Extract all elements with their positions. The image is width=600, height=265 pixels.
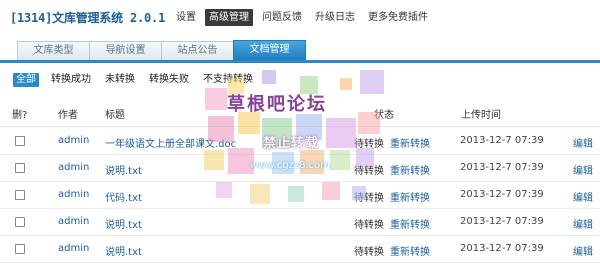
nav-item-feedback[interactable]: 问题反馈 — [262, 9, 302, 26]
edit-link[interactable]: 编辑 — [573, 243, 593, 258]
delete-checkbox[interactable] — [15, 190, 25, 200]
edit-link[interactable]: 编辑 — [573, 216, 593, 231]
delete-checkbox[interactable] — [15, 163, 25, 173]
document-title-link[interactable]: 说明.txt — [105, 216, 142, 231]
status-text: 待转换 — [354, 220, 384, 231]
table-row: admin 说明.txt 待转换 重新转换 2013-12-7 07:39 编辑 — [0, 154, 600, 182]
author-link[interactable]: admin — [58, 189, 89, 200]
upload-time: 2013-12-7 07:39 — [460, 243, 544, 254]
document-title-link[interactable]: 说明.txt — [105, 162, 142, 177]
upload-time: 2013-12-7 07:39 — [460, 216, 544, 227]
author-link[interactable]: admin — [58, 216, 89, 227]
edit-link[interactable]: 编辑 — [573, 189, 593, 204]
filter-failed[interactable]: 转换失败 — [149, 73, 189, 87]
upload-time: 2013-12-7 07:39 — [460, 189, 544, 200]
filter-all[interactable]: 全部 — [13, 73, 39, 87]
filter-converted[interactable]: 转换成功 — [51, 73, 91, 87]
author-link[interactable]: admin — [58, 162, 89, 173]
top-nav: 设置 高级管理 问题反馈 升级日志 更多免费插件 — [176, 9, 441, 26]
reconvert-link[interactable]: 重新转换 — [390, 189, 430, 204]
upload-time: 2013-12-7 07:39 — [460, 162, 544, 173]
reconvert-link[interactable]: 重新转换 — [390, 162, 430, 177]
filter-unconverted[interactable]: 未转换 — [105, 73, 135, 87]
author-link[interactable]: admin — [58, 243, 89, 254]
nav-item-advanced[interactable]: 高级管理 — [205, 9, 253, 26]
col-delete: 删? — [12, 110, 28, 121]
table-row: admin 一年级语文上册全部课文.doc 待转换 重新转换 2013-12-7… — [0, 127, 600, 155]
status-text: 待转换 — [354, 166, 384, 177]
col-status: 状态 — [374, 110, 394, 121]
delete-checkbox[interactable] — [15, 136, 25, 146]
tab-announcements[interactable]: 站点公告 — [161, 41, 234, 60]
reconvert-link[interactable]: 重新转换 — [390, 243, 430, 258]
nav-item-more-plugins[interactable]: 更多免费插件 — [368, 9, 428, 26]
table-row: admin 代码.txt 待转换 重新转换 2013-12-7 07:39 编辑 — [0, 181, 600, 209]
table-header: 删? 作者 标题 状态 上传时间 — [0, 96, 600, 127]
watermark-tile — [300, 76, 318, 94]
tab-bar: 文库类型 导航设置 站点公告 文档管理 — [0, 38, 600, 63]
nav-item-settings[interactable]: 设置 — [176, 9, 196, 26]
app-title: [1314]文库管理系统 2.0.1 — [10, 11, 166, 25]
top-bar: [1314]文库管理系统 2.0.1 设置 高级管理 问题反馈 升级日志 更多免… — [0, 0, 600, 34]
reconvert-link[interactable]: 重新转换 — [390, 216, 430, 231]
watermark-tile — [360, 70, 384, 94]
tab-documents[interactable]: 文档管理 — [233, 40, 306, 60]
col-title: 标题 — [105, 110, 125, 121]
delete-checkbox[interactable] — [15, 217, 25, 227]
author-link[interactable]: admin — [58, 135, 89, 146]
upload-time: 2013-12-7 07:39 — [460, 135, 544, 146]
col-author: 作者 — [58, 110, 78, 121]
delete-checkbox[interactable] — [15, 244, 25, 254]
status-filters: 全部 转换成功 未转换 转换失败 不支持转换 — [13, 73, 267, 87]
document-title-link[interactable]: 说明.txt — [105, 243, 142, 258]
reconvert-link[interactable]: 重新转换 — [390, 135, 430, 150]
status-text: 待转换 — [354, 139, 384, 150]
document-title-link[interactable]: 代码.txt — [105, 189, 142, 204]
table-row: admin 说明.txt 待转换 重新转换 2013-12-7 07:39 编辑 — [0, 208, 600, 236]
edit-link[interactable]: 编辑 — [573, 162, 593, 177]
status-text: 待转换 — [354, 193, 384, 204]
status-text: 待转换 — [354, 247, 384, 258]
filter-unsupported[interactable]: 不支持转换 — [203, 73, 253, 87]
watermark-tile — [340, 78, 352, 90]
tab-library-types[interactable]: 文库类型 — [17, 41, 90, 60]
nav-item-changelog[interactable]: 升级日志 — [315, 9, 355, 26]
table-row: admin 说明.txt 待转换 重新转换 2013-12-7 07:39 编辑 — [0, 235, 600, 263]
tab-navigation[interactable]: 导航设置 — [89, 41, 162, 60]
document-title-link[interactable]: 一年级语文上册全部课文.doc — [105, 135, 236, 150]
edit-link[interactable]: 编辑 — [573, 135, 593, 150]
col-upload-time: 上传时间 — [461, 110, 501, 121]
